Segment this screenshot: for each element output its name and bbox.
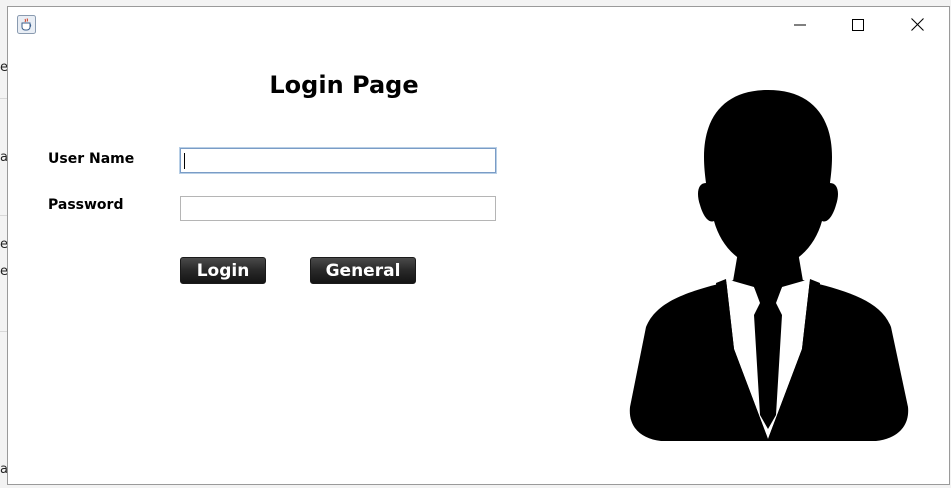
maximize-button[interactable] bbox=[835, 7, 881, 43]
maximize-icon bbox=[852, 16, 864, 35]
login-window: Login Page User Name Password Login Gene… bbox=[7, 6, 950, 485]
user-silhouette-icon bbox=[629, 90, 909, 441]
password-label: Password bbox=[48, 197, 124, 213]
text-caret bbox=[184, 153, 185, 169]
java-cup-icon[interactable] bbox=[17, 15, 36, 34]
password-input[interactable] bbox=[180, 196, 496, 221]
minimize-button[interactable] bbox=[777, 7, 823, 43]
username-label: User Name bbox=[48, 151, 135, 167]
title-bar[interactable] bbox=[8, 7, 949, 43]
close-icon bbox=[910, 16, 924, 35]
general-button[interactable]: General bbox=[310, 257, 416, 284]
login-button[interactable]: Login bbox=[180, 257, 266, 284]
page-title: Login Page bbox=[269, 71, 419, 99]
close-button[interactable] bbox=[894, 7, 940, 43]
minimize-icon bbox=[794, 16, 806, 35]
username-input[interactable] bbox=[180, 148, 496, 173]
